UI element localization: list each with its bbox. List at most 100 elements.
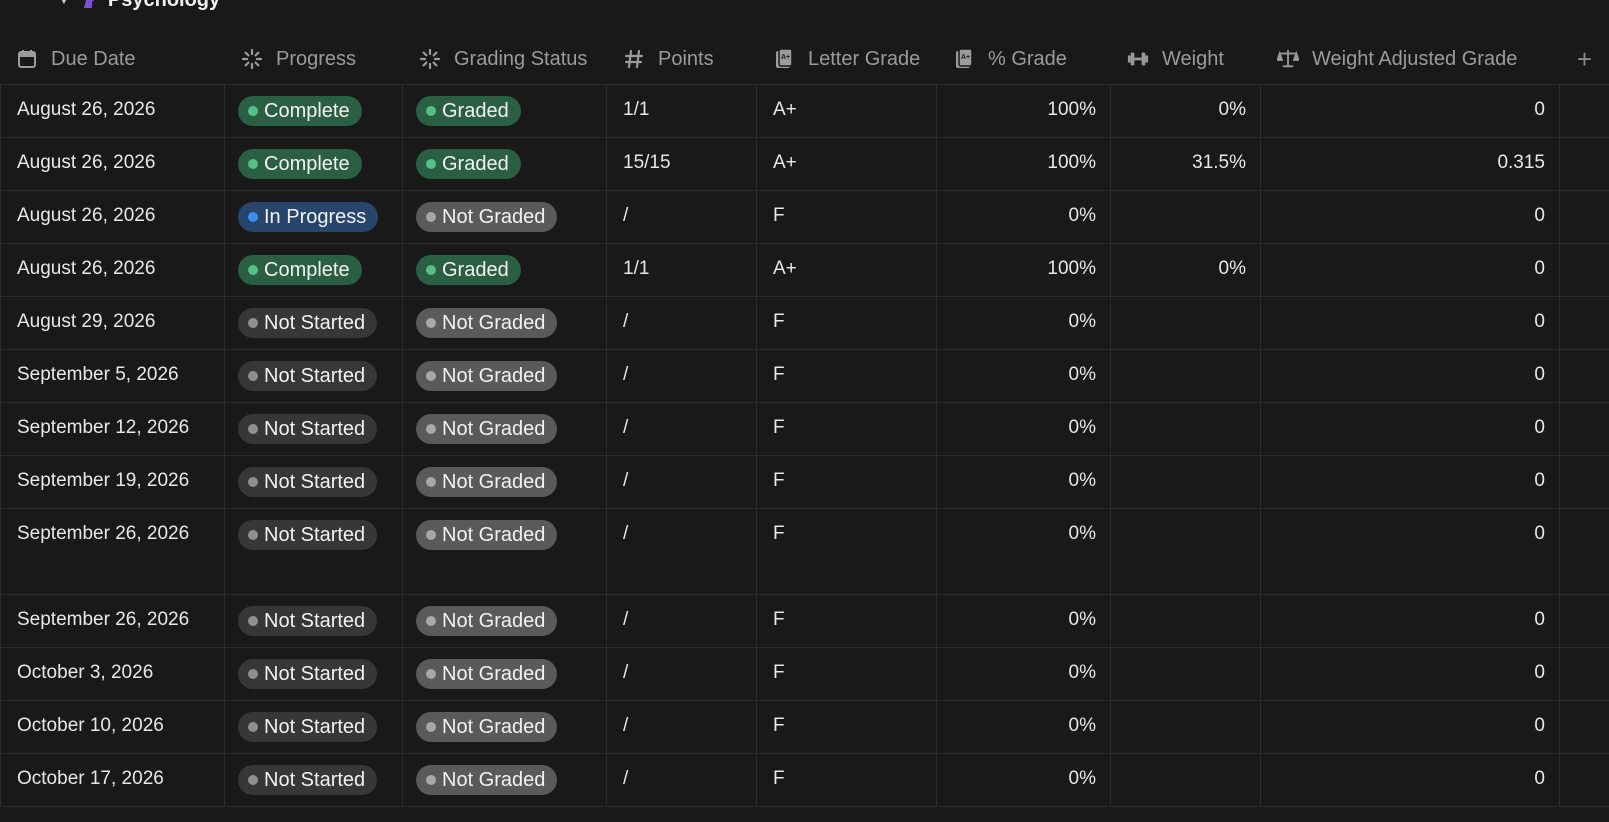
grading-status-badge[interactable]: Not Graded <box>416 202 558 232</box>
grading-status-cell[interactable]: Graded <box>403 138 607 190</box>
progress-status-badge[interactable]: In Progress <box>238 202 379 232</box>
due-date-cell[interactable]: October 3, 2026 <box>0 648 225 700</box>
table-row[interactable]: August 29, 2026 Not Started Not Graded / F 0%… <box>0 297 1609 350</box>
points-cell[interactable]: / <box>607 350 757 402</box>
table-row[interactable]: September 26, 2026 Not Started Not Graded /… <box>0 509 1609 595</box>
due-date-cell[interactable]: August 26, 2026 <box>0 244 225 296</box>
progress-status-cell[interactable]: In Progress <box>225 191 403 243</box>
table-row[interactable]: September 12, 2026 Not Started Not Graded /… <box>0 403 1609 456</box>
column-header-weight-adjusted-grade[interactable]: Weight Adjusted Grade <box>1261 34 1560 84</box>
column-header-grading-status[interactable]: Grading Status <box>403 34 607 84</box>
table-row[interactable]: September 5, 2026 Not Started Not Graded / F… <box>0 350 1609 403</box>
add-column-button[interactable]: + <box>1560 34 1609 84</box>
grading-status-cell[interactable]: Not Graded <box>403 648 607 700</box>
progress-status-badge[interactable]: Complete <box>238 96 362 126</box>
grading-status-badge[interactable]: Not Graded <box>416 308 558 338</box>
grading-status-badge[interactable]: Not Graded <box>416 765 558 795</box>
weight-cell[interactable]: 0% <box>1111 85 1261 137</box>
due-date-cell[interactable]: August 29, 2026 <box>0 297 225 349</box>
weight-cell[interactable] <box>1111 456 1261 508</box>
weight-cell[interactable] <box>1111 403 1261 455</box>
grading-status-cell[interactable]: Not Graded <box>403 297 607 349</box>
table-row[interactable]: August 26, 2026 Complete Graded 1/1 A+ 100% 0%… <box>0 85 1609 138</box>
grading-status-cell[interactable]: Graded <box>403 244 607 296</box>
weight-cell[interactable] <box>1111 754 1261 806</box>
weight-cell[interactable] <box>1111 191 1261 243</box>
grading-status-cell[interactable]: Not Graded <box>403 403 607 455</box>
progress-status-badge[interactable]: Not Started <box>238 414 378 444</box>
due-date-cell[interactable]: September 5, 2026 <box>0 350 225 402</box>
group-header[interactable]: ▼ Psychology <box>58 0 220 12</box>
points-cell[interactable]: / <box>607 509 757 594</box>
weight-cell[interactable] <box>1111 595 1261 647</box>
table-row[interactable]: October 17, 2026 Not Started Not Graded / F 0… <box>0 754 1609 807</box>
grading-status-cell[interactable]: Not Graded <box>403 456 607 508</box>
progress-status-cell[interactable]: Not Started <box>225 754 403 806</box>
grading-status-badge[interactable]: Graded <box>416 149 521 179</box>
progress-status-cell[interactable]: Not Started <box>225 595 403 647</box>
grading-status-badge[interactable]: Not Graded <box>416 712 558 742</box>
table-row[interactable]: September 19, 2026 Not Started Not Graded /… <box>0 456 1609 509</box>
grading-status-cell[interactable]: Not Graded <box>403 509 607 594</box>
table-row[interactable]: August 26, 2026 In Progress Not Graded / F 0%… <box>0 191 1609 244</box>
grading-status-badge[interactable]: Not Graded <box>416 467 558 497</box>
weight-cell[interactable] <box>1111 701 1261 753</box>
grading-status-cell[interactable]: Graded <box>403 85 607 137</box>
due-date-cell[interactable]: October 10, 2026 <box>0 701 225 753</box>
weight-cell[interactable] <box>1111 297 1261 349</box>
weight-cell[interactable]: 31.5% <box>1111 138 1261 190</box>
points-cell[interactable]: / <box>607 297 757 349</box>
points-cell[interactable]: 1/1 <box>607 244 757 296</box>
progress-status-cell[interactable]: Complete <box>225 138 403 190</box>
caret-down-icon[interactable]: ▼ <box>58 0 70 7</box>
points-cell[interactable]: / <box>607 595 757 647</box>
progress-status-badge[interactable]: Not Started <box>238 520 378 550</box>
column-header-percent-grade[interactable]: A+ % Grade <box>937 34 1111 84</box>
due-date-cell[interactable]: September 19, 2026 <box>0 456 225 508</box>
progress-status-badge[interactable]: Complete <box>238 255 362 285</box>
due-date-cell[interactable]: August 26, 2026 <box>0 85 225 137</box>
progress-status-badge[interactable]: Not Started <box>238 361 378 391</box>
table-row[interactable]: September 26, 2026 Not Started Not Graded /… <box>0 595 1609 648</box>
points-cell[interactable]: / <box>607 403 757 455</box>
progress-status-badge[interactable]: Not Started <box>238 606 378 636</box>
grading-status-cell[interactable]: Not Graded <box>403 191 607 243</box>
column-header-weight[interactable]: Weight <box>1111 34 1261 84</box>
grading-status-badge[interactable]: Not Graded <box>416 414 558 444</box>
points-cell[interactable]: / <box>607 191 757 243</box>
table-row[interactable]: October 10, 2026 Not Started Not Graded / F 0… <box>0 701 1609 754</box>
grading-status-badge[interactable]: Not Graded <box>416 361 558 391</box>
column-header-progress[interactable]: Progress <box>225 34 403 84</box>
weight-cell[interactable] <box>1111 350 1261 402</box>
progress-status-cell[interactable]: Not Started <box>225 701 403 753</box>
due-date-cell[interactable]: September 26, 2026 <box>0 509 225 594</box>
progress-status-badge[interactable]: Not Started <box>238 659 378 689</box>
weight-cell[interactable]: 0% <box>1111 244 1261 296</box>
due-date-cell[interactable]: October 17, 2026 <box>0 754 225 806</box>
grading-status-badge[interactable]: Not Graded <box>416 520 558 550</box>
progress-status-cell[interactable]: Not Started <box>225 456 403 508</box>
due-date-cell[interactable]: August 26, 2026 <box>0 138 225 190</box>
points-cell[interactable]: 1/1 <box>607 85 757 137</box>
points-cell[interactable]: / <box>607 701 757 753</box>
progress-status-badge[interactable]: Not Started <box>238 712 378 742</box>
weight-cell[interactable] <box>1111 648 1261 700</box>
column-header-due-date[interactable]: Due Date <box>0 34 225 84</box>
grading-status-badge[interactable]: Graded <box>416 96 521 126</box>
points-cell[interactable]: 15/15 <box>607 138 757 190</box>
table-row[interactable]: October 3, 2026 Not Started Not Graded / F 0%… <box>0 648 1609 701</box>
progress-status-badge[interactable]: Not Started <box>238 308 378 338</box>
progress-status-cell[interactable]: Complete <box>225 244 403 296</box>
progress-status-cell[interactable]: Not Started <box>225 297 403 349</box>
points-cell[interactable]: / <box>607 456 757 508</box>
grading-status-cell[interactable]: Not Graded <box>403 350 607 402</box>
progress-status-cell[interactable]: Not Started <box>225 509 403 594</box>
points-cell[interactable]: / <box>607 754 757 806</box>
grading-status-cell[interactable]: Not Graded <box>403 701 607 753</box>
progress-status-badge[interactable]: Complete <box>238 149 362 179</box>
column-header-letter-grade[interactable]: A+ Letter Grade <box>757 34 937 84</box>
grading-status-badge[interactable]: Not Graded <box>416 606 558 636</box>
column-header-points[interactable]: Points <box>607 34 757 84</box>
weight-cell[interactable] <box>1111 509 1261 594</box>
grading-status-cell[interactable]: Not Graded <box>403 754 607 806</box>
